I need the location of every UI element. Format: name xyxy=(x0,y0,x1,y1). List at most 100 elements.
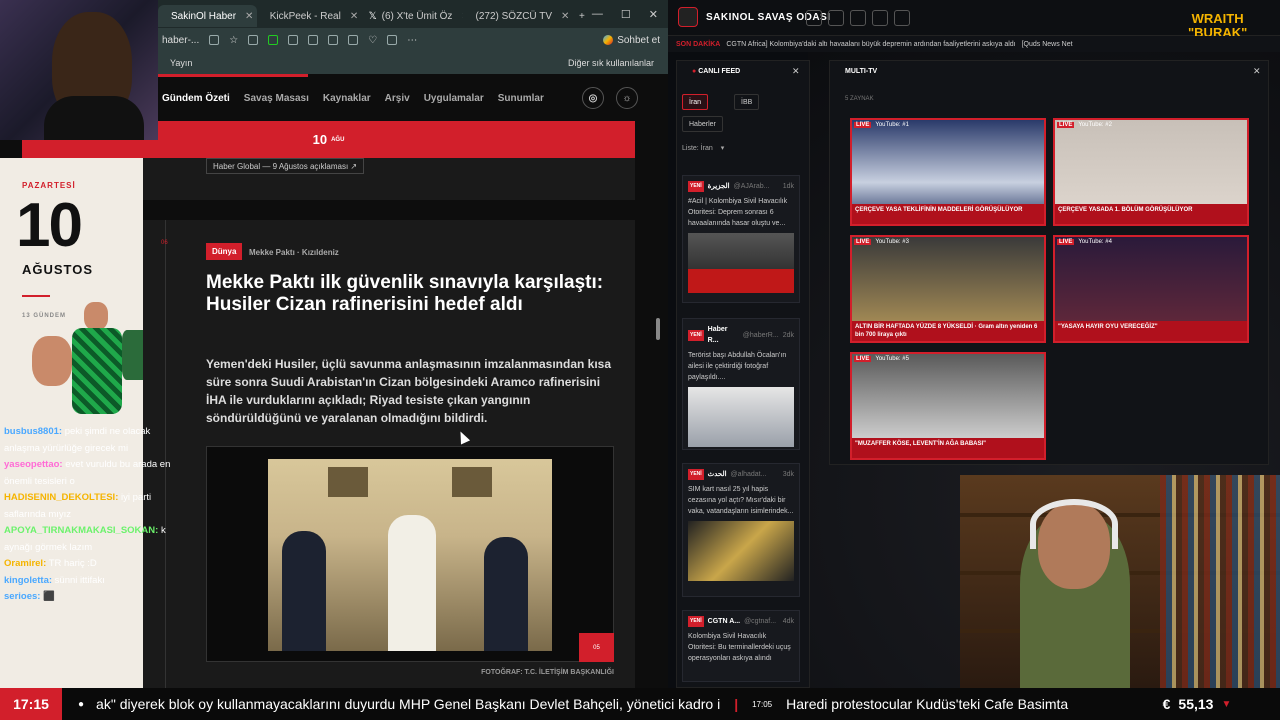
feed-time: 1dk xyxy=(782,183,794,190)
reader-icon[interactable] xyxy=(209,35,220,45)
live-badge: LIVE xyxy=(854,239,872,245)
feed-image xyxy=(688,233,794,293)
tile-banner: ÇERÇEVE YASA TEKLİFİNİN MADDELERİ GÖRÜŞÜ… xyxy=(852,204,1044,224)
close-icon[interactable]: ✕ xyxy=(792,66,800,77)
tile-banner: ALTIN BİR HAFTADA YÜZDE 8 YÜKSELDİ · Gra… xyxy=(852,321,1044,341)
split-view-icon[interactable] xyxy=(348,35,359,45)
nav-savas-masasi[interactable]: Savaş Masası xyxy=(244,93,309,104)
close-icon[interactable]: ✕ xyxy=(561,11,569,22)
nav-gundem-ozeti[interactable]: Gündem Özeti xyxy=(162,93,230,104)
tile-source: YouTube: #5 xyxy=(875,356,909,362)
briefcase-icon[interactable] xyxy=(850,10,866,26)
tile-label: LIVE YouTube: #3 xyxy=(852,237,911,247)
breaking-ticker: SON DAKİKA CGTN Africa] Kolombiya'daki a… xyxy=(668,36,1280,52)
tile-label: LIVE YouTube: #4 xyxy=(1055,237,1114,247)
feed-time: 3dk xyxy=(782,471,794,478)
more-icon[interactable]: ⋯ xyxy=(407,35,417,46)
feed-list-select[interactable]: Liste: İran ▾ xyxy=(682,140,758,156)
ticker-label: SON DAKİKA xyxy=(676,40,721,48)
photo-caption: FOTOĞRAF: T.C. İLETİŞİM BAŞKANLIĞI xyxy=(481,669,614,676)
new-tab-button[interactable]: + xyxy=(571,5,592,27)
fullscreen-icon[interactable] xyxy=(806,10,822,26)
extension-icon[interactable] xyxy=(308,35,319,45)
close-icon[interactable]: ✕ xyxy=(1253,66,1261,77)
chat-user: kingoletta: xyxy=(4,574,53,586)
stream-chat: busbus8801: peki şimdi ne olacak anlaşma… xyxy=(4,424,179,606)
new-badge: YENİ xyxy=(688,329,704,341)
feed-card[interactable]: YENİ الحدث @alhadat... 3dk SIM kart nasıl 2… xyxy=(682,463,800,597)
tv-tile-1[interactable]: LIVE YouTube: #1 ÇERÇEVE YASA TEKLİFİNİN … xyxy=(850,118,1046,226)
tab-sakinol[interactable]: SakinOl Haber ✕ xyxy=(158,5,257,27)
tab-kickpeek[interactable]: KickPeek - Real ✕ xyxy=(257,5,361,27)
bookmark-other-favorites[interactable]: Diğer sık kullanılanlar xyxy=(568,58,654,68)
tab-label: (272) SÖZCÜ TV xyxy=(475,10,553,22)
tv-tile-5[interactable]: LIVE YouTube: #5 "MUZAFFER KÖSE, LEVENT'İ… xyxy=(850,352,1046,460)
chart-icon[interactable] xyxy=(872,10,888,26)
chat-user: Oramirel: xyxy=(4,558,47,569)
feed-text: #Acil | Kolombiya Sivil Havacılık Otorit… xyxy=(688,198,788,227)
separator: | xyxy=(734,696,739,712)
tv-tile-3[interactable]: LIVE YouTube: #3 ALTIN BİR HAFTADA YÜZDE … xyxy=(850,235,1046,343)
favorites-icon[interactable]: ♡ xyxy=(368,35,377,46)
url-field[interactable]: haber-... xyxy=(162,35,199,46)
tab-x[interactable]: 𝕏(6) X'te Ümit Öz✕ xyxy=(361,5,463,27)
feed-tab-haberler[interactable]: Haberler xyxy=(682,116,723,132)
theme-toggle-icon[interactable]: ☼ xyxy=(616,87,638,109)
x-favicon-icon: 𝕏 xyxy=(368,10,377,22)
feed-card[interactable]: YENİ الجزيرة @AJArab... 1dk #Acil | Kolombi… xyxy=(682,175,800,303)
extension-icon[interactable] xyxy=(328,35,339,45)
chat-message: busbus8801: peki şimdi ne olacak anlaşma… xyxy=(4,424,179,457)
tile-banner: "YASAYA HAYIR OYU VERECEĞİZ" xyxy=(1055,321,1247,341)
tab-label: (6) X'te Ümit Öz xyxy=(381,10,453,22)
copilot-chat-button[interactable]: Sohbet et xyxy=(603,35,660,46)
prev-article-tag[interactable]: Haber Global — 9 Ağustos açıklaması ↗ xyxy=(206,158,365,174)
feed-time: 2dk xyxy=(782,331,794,339)
minimize-icon[interactable]: — xyxy=(592,8,603,21)
nav-sunumlar[interactable]: Sunumlar xyxy=(498,93,544,104)
feed-handle: @AJArab... xyxy=(733,183,770,190)
close-icon[interactable]: ✕ xyxy=(350,11,358,22)
new-badge: YENİ xyxy=(688,616,704,627)
month-name: AĞUSTOS xyxy=(22,262,94,277)
extension-icon[interactable] xyxy=(288,35,299,45)
chat-user: HADISENIN_DEKOLTESI: xyxy=(4,492,119,503)
streamer-webcam-left xyxy=(0,0,158,140)
headphones-icon xyxy=(1030,499,1118,549)
page-scrollbar[interactable] xyxy=(656,318,660,340)
rss-icon[interactable] xyxy=(828,10,844,26)
star-icon[interactable]: ☆ xyxy=(229,35,238,46)
euro-value: 55,13 xyxy=(1178,696,1214,712)
date-number: 10 xyxy=(312,132,328,147)
dashboard-logo-icon xyxy=(678,7,698,27)
tile-label: LIVE YouTube: #2 xyxy=(1055,120,1114,130)
article-photo[interactable] xyxy=(268,459,552,651)
tv-tile-2[interactable]: LIVE YouTube: #2 ÇERÇEVE YASADA 1. BÖLÜM … xyxy=(1053,118,1249,226)
dashboard-toolbar xyxy=(806,10,910,26)
extension-icon[interactable] xyxy=(268,35,279,45)
tile-label: LIVE YouTube: #5 xyxy=(852,354,911,364)
nav-arsiv[interactable]: Arşiv xyxy=(385,93,410,104)
nav-kaynaklar[interactable]: Kaynaklar xyxy=(323,93,371,104)
grid-icon[interactable] xyxy=(894,10,910,26)
nav-uygulamalar[interactable]: Uygulamalar xyxy=(424,93,484,104)
target-icon[interactable]: ◎ xyxy=(582,87,604,109)
bookmark-yayin[interactable]: Yayın xyxy=(170,58,192,68)
window-close-icon[interactable]: ✕ xyxy=(649,8,658,21)
feed-card[interactable]: YENİ Haber R... @haberR... 2dk Terörist baş… xyxy=(682,318,800,450)
close-icon[interactable]: ✕ xyxy=(245,11,253,22)
extension-icon[interactable] xyxy=(248,35,259,45)
tab-youtube[interactable]: (272) SÖZCÜ TV ✕ xyxy=(463,5,571,27)
down-arrow-icon: ▼ xyxy=(1221,698,1232,710)
category-badge[interactable]: Dünya xyxy=(206,243,243,260)
feed-card[interactable]: YENİ CGTN A... @cgtnaf... 4dk Kolombiya Siv… xyxy=(682,610,800,682)
chevron-down-icon: ▾ xyxy=(720,145,725,152)
feed-source: Haber R... xyxy=(707,326,728,344)
collections-icon[interactable] xyxy=(387,35,398,45)
big-day-number: 10 xyxy=(16,191,83,260)
feed-tab-ibb[interactable]: İBB xyxy=(734,94,760,110)
tv-tile-4[interactable]: LIVE YouTube: #4 "YASAYA HAYIR OYU VERECE… xyxy=(1053,235,1249,343)
maximize-icon[interactable]: ☐ xyxy=(621,8,631,21)
feed-tab-iran[interactable]: İran xyxy=(682,94,709,110)
article-headline[interactable]: Mekke Paktı ilk güvenlik sınavıyla karşı… xyxy=(206,272,611,316)
clock: 17:15 xyxy=(0,688,62,720)
